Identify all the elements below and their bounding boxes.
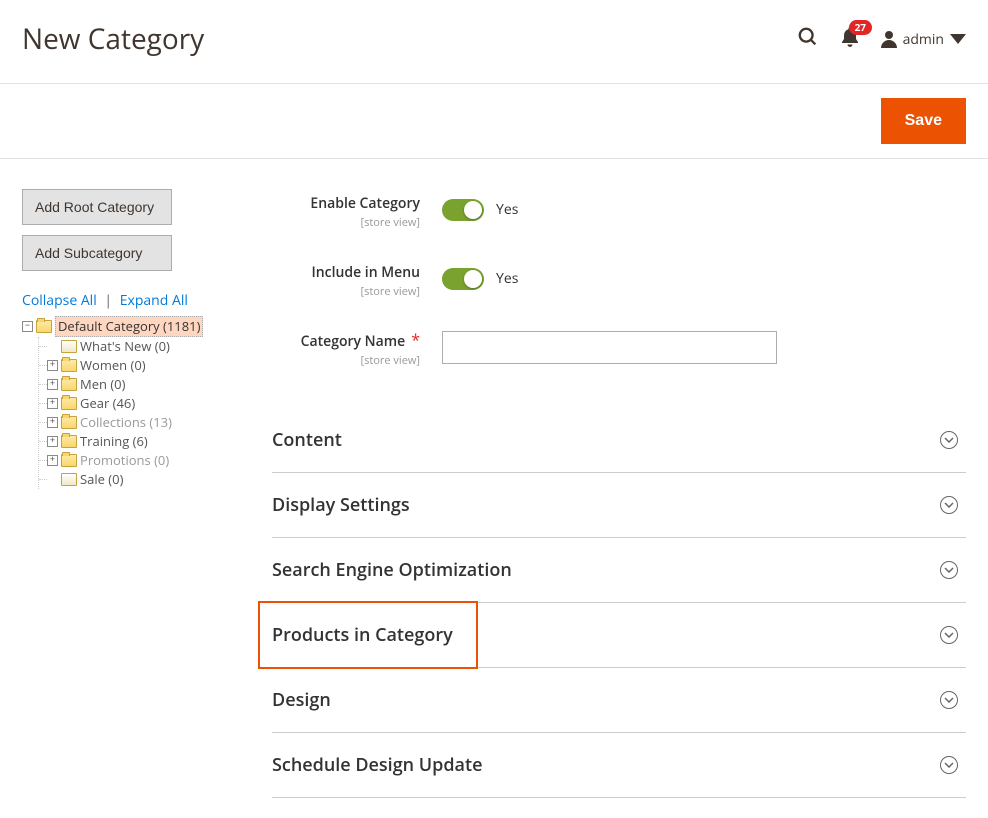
tree-node[interactable]: + Men (0)	[47, 375, 252, 394]
section-display-settings[interactable]: Display Settings	[272, 473, 966, 538]
section-title: Content	[272, 428, 940, 452]
scope-label: [store view]	[272, 353, 420, 368]
expand-icon[interactable]: +	[47, 398, 58, 409]
expand-icon[interactable]: +	[47, 417, 58, 428]
expand-icon[interactable]: +	[47, 455, 58, 466]
page-title: New Category	[22, 20, 797, 58]
notification-badge: 27	[849, 20, 872, 35]
section-content[interactable]: Content	[272, 408, 966, 473]
add-subcategory-button[interactable]: Add Subcategory	[22, 235, 172, 271]
tree-label: Collections (13)	[80, 413, 172, 432]
tree-label: Gear (46)	[80, 394, 135, 413]
category-tree: − Default Category (1181) What's New (0)…	[22, 316, 252, 489]
include-menu-toggle[interactable]	[442, 268, 484, 290]
section-title: Search Engine Optimization	[272, 558, 940, 582]
tree-label: Training (6)	[80, 432, 148, 451]
tree-node[interactable]: + Promotions (0)	[47, 451, 252, 470]
chevron-down-icon	[940, 561, 958, 579]
folder-icon	[61, 435, 77, 448]
scope-label: [store view]	[272, 284, 420, 299]
toggle-value: Yes	[496, 200, 518, 219]
admin-user-label: admin	[903, 30, 944, 49]
required-mark: *	[411, 329, 420, 351]
collapse-all-link[interactable]: Collapse All	[22, 291, 97, 310]
folder-icon	[61, 378, 77, 391]
folder-icon	[61, 340, 77, 353]
enable-category-toggle[interactable]	[442, 199, 484, 221]
folder-icon	[61, 473, 77, 486]
folder-icon	[61, 416, 77, 429]
tree-label: Sale (0)	[80, 470, 123, 489]
expand-icon[interactable]: +	[47, 436, 58, 447]
expand-icon[interactable]: +	[47, 379, 58, 390]
folder-icon	[61, 454, 77, 467]
chevron-down-icon	[940, 496, 958, 514]
tree-node-root[interactable]: − Default Category (1181)	[22, 316, 252, 337]
collapse-icon[interactable]: −	[22, 321, 33, 332]
section-title: Schedule Design Update	[272, 753, 940, 777]
tree-label: Women (0)	[80, 356, 146, 375]
tree-spacer	[47, 341, 58, 352]
tree-node[interactable]: Sale (0)	[47, 470, 252, 489]
tree-node[interactable]: What's New (0)	[47, 337, 252, 356]
category-name-input[interactable]	[442, 331, 777, 364]
folder-icon	[36, 320, 52, 333]
folder-icon	[61, 359, 77, 372]
folder-icon	[61, 397, 77, 410]
section-schedule-design-update[interactable]: Schedule Design Update	[272, 733, 966, 798]
tree-node[interactable]: + Training (6)	[47, 432, 252, 451]
tree-node[interactable]: + Gear (46)	[47, 394, 252, 413]
chevron-down-icon	[940, 626, 958, 644]
chevron-down-icon	[940, 691, 958, 709]
chevron-down-icon	[940, 431, 958, 449]
section-title: Products in Category	[272, 623, 940, 647]
section-search-engine-optimization[interactable]: Search Engine Optimization	[272, 538, 966, 603]
tree-label: Default Category (1181)	[55, 316, 203, 337]
user-icon	[881, 30, 897, 48]
scope-label: [store view]	[272, 215, 420, 230]
search-icon[interactable]	[797, 26, 819, 53]
tree-spacer	[47, 474, 58, 485]
tree-label: Promotions (0)	[80, 451, 169, 470]
chevron-down-icon	[940, 756, 958, 774]
section-products-in-category[interactable]: Products in Category	[272, 603, 966, 668]
toggle-value: Yes	[496, 269, 518, 288]
include-menu-label: Include in Menu	[311, 263, 420, 282]
section-design[interactable]: Design	[272, 668, 966, 733]
section-title: Design	[272, 688, 940, 712]
tree-label: What's New (0)	[80, 337, 170, 356]
add-root-category-button[interactable]: Add Root Category	[22, 189, 172, 225]
tree-label: Men (0)	[80, 375, 125, 394]
tree-node[interactable]: + Women (0)	[47, 356, 252, 375]
category-name-label: Category Name	[301, 332, 406, 351]
tree-node[interactable]: + Collections (13)	[47, 413, 252, 432]
save-button[interactable]: Save	[881, 98, 966, 144]
section-title: Display Settings	[272, 493, 940, 517]
notifications-icon[interactable]: 27	[841, 27, 859, 52]
admin-user-menu[interactable]: admin	[881, 30, 966, 49]
enable-category-label: Enable Category	[310, 194, 420, 213]
expand-icon[interactable]: +	[47, 360, 58, 371]
chevron-down-icon	[950, 30, 966, 48]
expand-all-link[interactable]: Expand All	[120, 291, 188, 310]
